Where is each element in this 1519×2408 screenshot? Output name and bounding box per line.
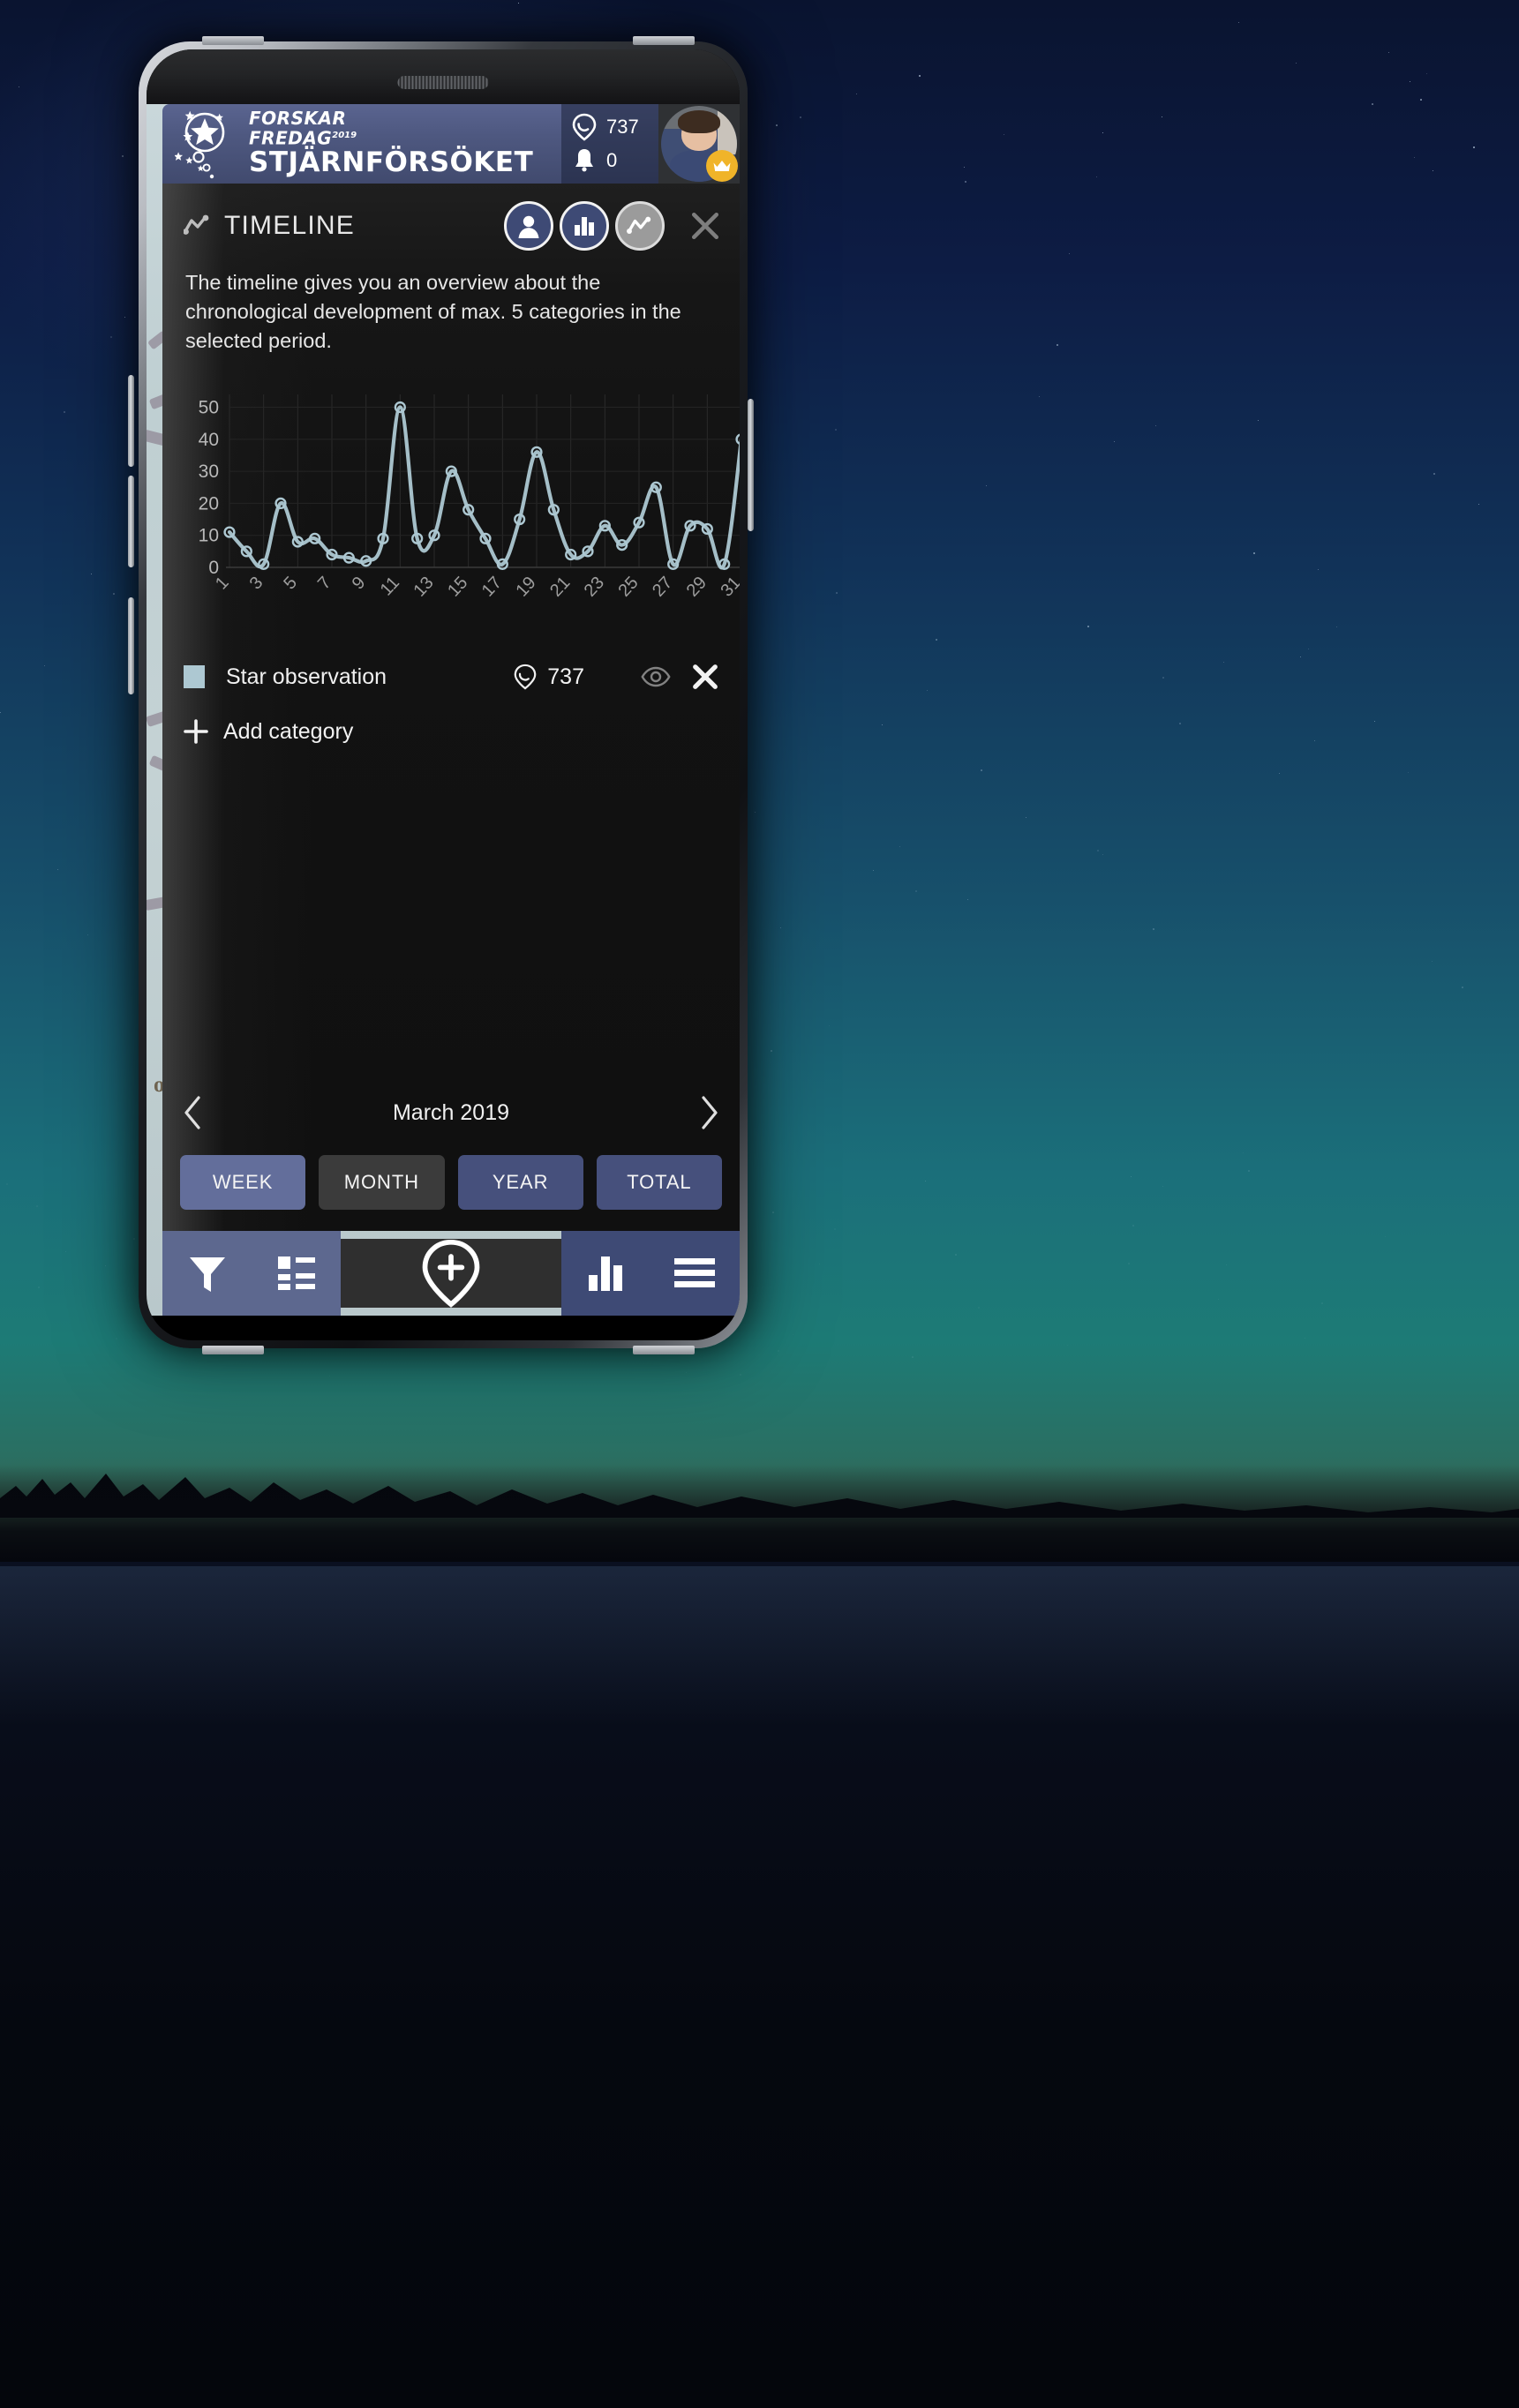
timeline-view-button[interactable] — [615, 201, 665, 251]
bottom-nav-center — [341, 1239, 561, 1308]
panel-header: TIMELINE — [162, 184, 740, 268]
svg-text:30: 30 — [199, 461, 219, 482]
range-selector: WEEK MONTH YEAR TOTAL — [162, 1155, 740, 1210]
bar-chart-view-button[interactable] — [560, 201, 609, 251]
line-chart-icon — [184, 214, 212, 237]
notification-counter[interactable]: 0 — [571, 146, 658, 175]
app-header: FORSKAR FREDAG2019 STJÄRNFÖRSÖKET — [162, 104, 740, 184]
stars-logo-icon — [175, 108, 247, 180]
svg-text:27: 27 — [649, 573, 676, 600]
range-month-button[interactable]: MONTH — [319, 1155, 444, 1210]
range-week-button[interactable]: WEEK — [180, 1155, 305, 1210]
chevron-left-icon[interactable] — [182, 1095, 203, 1130]
svg-text:1: 1 — [212, 573, 233, 593]
earpiece-speaker — [398, 76, 489, 89]
device-clip-bottom-right — [633, 1346, 695, 1354]
brand-logo[interactable]: FORSKAR FREDAG2019 STJÄRNFÖRSÖKET — [162, 104, 561, 184]
svg-text:9: 9 — [349, 573, 370, 593]
crown-badge-icon — [706, 150, 738, 182]
line-chart-icon — [627, 215, 653, 236]
observation-count: 737 — [606, 116, 639, 139]
svg-text:7: 7 — [314, 573, 335, 593]
bar-chart-icon — [572, 214, 597, 238]
legend-color-swatch — [184, 665, 205, 688]
plus-icon — [184, 719, 208, 744]
bottom-nav-left — [162, 1231, 341, 1316]
bottom-nav-right — [561, 1231, 740, 1316]
svg-text:23: 23 — [581, 573, 608, 600]
device-clip-top-left — [202, 36, 264, 45]
volume-up-button[interactable] — [128, 375, 134, 467]
svg-text:3: 3 — [246, 573, 267, 593]
chevron-right-icon[interactable] — [699, 1095, 720, 1130]
period-navigator: March 2019 — [162, 1088, 740, 1137]
add-category-label: Add category — [223, 719, 353, 745]
svg-text:40: 40 — [199, 430, 219, 450]
view-switcher — [504, 201, 720, 251]
svg-text:50: 50 — [199, 398, 219, 418]
notification-count: 0 — [606, 149, 617, 172]
observation-counter[interactable]: 737 — [571, 113, 658, 141]
legend-count: 737 — [513, 664, 584, 690]
legend-item[interactable]: Star observation 737 — [184, 654, 718, 700]
brand-line-1: FORSKAR — [249, 110, 533, 127]
svg-text:5: 5 — [280, 573, 301, 593]
brand-year: 2019 — [332, 131, 357, 140]
svg-text:15: 15 — [444, 573, 471, 600]
profile-view-button[interactable] — [504, 201, 553, 251]
list-grid-icon[interactable] — [276, 1255, 317, 1292]
legend-count-value: 737 — [547, 664, 584, 690]
brand-forskar: FORSKAR — [249, 108, 346, 129]
device-clip-top-right — [633, 36, 695, 45]
add-observation-icon[interactable] — [417, 1239, 485, 1308]
close-icon[interactable] — [690, 211, 720, 241]
svg-text:20: 20 — [199, 493, 219, 514]
app-screen: orsa — [147, 104, 740, 1316]
brand-line-2: FREDAG2019 — [249, 127, 533, 147]
range-year-button[interactable]: YEAR — [458, 1155, 583, 1210]
phone-screen-assembly: orsa — [147, 49, 740, 1340]
range-total-button[interactable]: TOTAL — [597, 1155, 722, 1210]
eye-icon[interactable] — [641, 666, 671, 687]
remove-category-icon[interactable] — [692, 664, 718, 690]
menu-icon[interactable] — [673, 1257, 717, 1290]
person-icon — [515, 213, 542, 239]
device-clip-bottom-left — [202, 1346, 264, 1354]
phone-device: orsa — [139, 41, 748, 1348]
chart-legend: Star observation 737 — [162, 654, 740, 754]
user-avatar-button[interactable] — [658, 104, 740, 184]
svg-text:21: 21 — [546, 573, 574, 600]
lake-glow — [0, 1566, 1519, 1725]
observation-pin-icon — [571, 113, 598, 141]
filter-icon[interactable] — [187, 1252, 228, 1294]
header-counters: 737 0 — [561, 104, 658, 184]
timeline-chart-svg: 01020304050135791113151719212325272931 — [178, 386, 740, 624]
panel-description: The timeline gives you an overview about… — [162, 268, 718, 356]
svg-text:31: 31 — [717, 573, 740, 600]
timeline-panel: TIMELINE — [162, 184, 740, 1231]
timeline-chart: 01020304050135791113151719212325272931 — [178, 386, 724, 624]
svg-text:29: 29 — [683, 573, 711, 600]
project-title: STJÄRNFÖRSÖKET — [249, 147, 533, 177]
period-label: March 2019 — [203, 1100, 699, 1126]
brand-fredag: FREDAG — [249, 127, 332, 148]
device-top-bezel — [147, 49, 740, 104]
bottom-navigation — [162, 1231, 740, 1316]
page-title: TIMELINE — [224, 211, 355, 241]
statistics-icon[interactable] — [585, 1254, 626, 1293]
svg-text:19: 19 — [512, 573, 539, 600]
legend-category-name: Star observation — [226, 664, 387, 690]
svg-text:11: 11 — [377, 573, 403, 599]
bixby-button[interactable] — [128, 597, 134, 694]
svg-text:17: 17 — [478, 573, 506, 600]
volume-down-button[interactable] — [128, 476, 134, 567]
svg-text:25: 25 — [614, 573, 642, 600]
power-button[interactable] — [748, 399, 754, 531]
bell-icon — [571, 146, 598, 175]
svg-text:10: 10 — [199, 526, 219, 546]
observation-pin-icon — [513, 664, 538, 690]
add-category-button[interactable]: Add category — [184, 709, 718, 754]
svg-text:13: 13 — [410, 573, 437, 600]
